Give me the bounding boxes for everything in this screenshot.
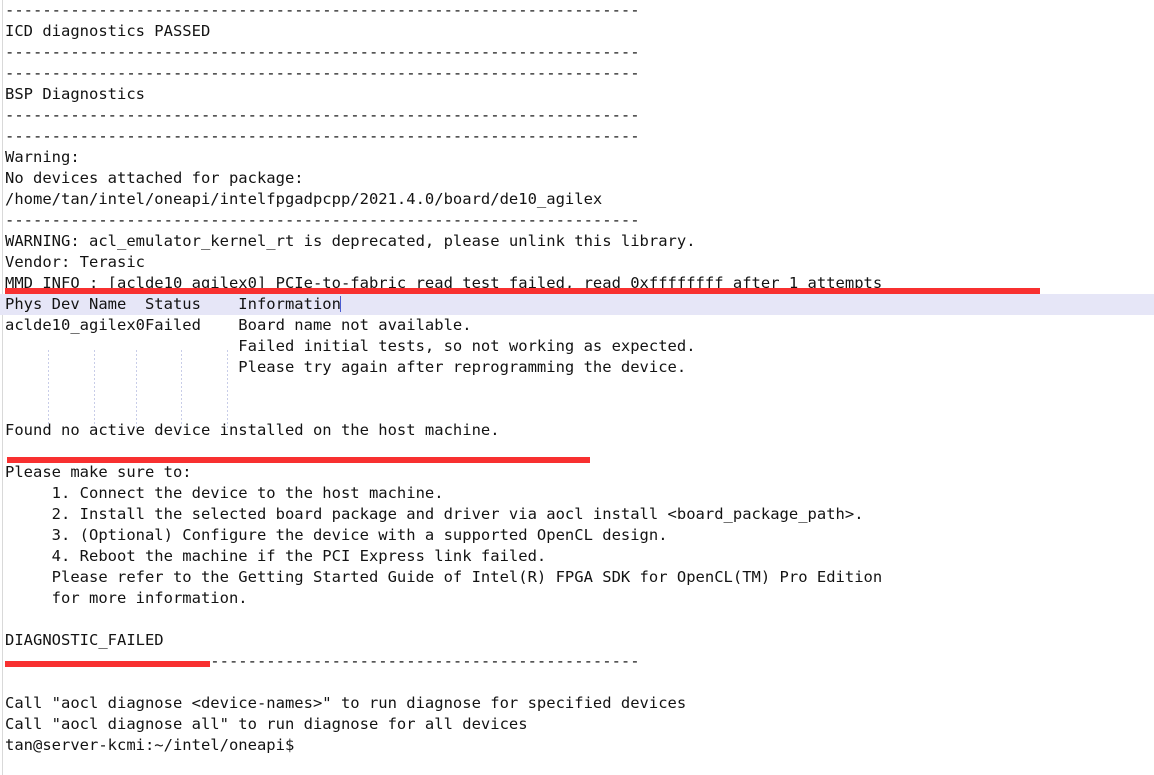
- terminal-output[interactable]: ----------------------------------------…: [0, 0, 1154, 775]
- terminal-line-text: ----------------------------------------…: [5, 1, 640, 19]
- terminal-line-text: Please make sure to:: [5, 463, 192, 481]
- terminal-line-text: 3. (Optional) Configure the device with …: [5, 526, 668, 544]
- terminal-line-table-row-3: Please try again after reprogramming the…: [0, 357, 1154, 378]
- terminal-line-text: Please try again after reprogramming the…: [5, 358, 687, 376]
- red-underline-diagnostic-failed: [5, 661, 210, 667]
- terminal-line-vendor: Vendor: Terasic: [0, 252, 1154, 273]
- terminal-line-text: Found no active device installed on the …: [5, 421, 500, 439]
- terminal-line-step-1: 1. Connect the device to the host machin…: [0, 483, 1154, 504]
- terminal-line-table-header: Phys Dev Name Status Information: [0, 294, 1154, 315]
- terminal-line-text: ----------------------------------------…: [5, 106, 640, 124]
- terminal-line-table-row-2: Failed initial tests, so not working as …: [0, 336, 1154, 357]
- terminal-line-warning-label: Warning:: [0, 147, 1154, 168]
- terminal-line-blank-1: [0, 378, 1154, 399]
- terminal-line-text: ----------------------------------------…: [5, 64, 640, 82]
- terminal-line-sep-3: ----------------------------------------…: [0, 63, 1154, 84]
- terminal-line-blank-5: [0, 672, 1154, 693]
- terminal-line-refer-guide: Please refer to the Getting Started Guid…: [0, 567, 1154, 588]
- terminal-line-found-none: Found no active device installed on the …: [0, 420, 1154, 441]
- terminal-line-text: aclde10_agilex0Failed Board name not ava…: [5, 316, 472, 334]
- terminal-line-text: Please refer to the Getting Started Guid…: [5, 568, 883, 586]
- terminal-line-text: ----------------------------------------…: [5, 127, 640, 145]
- terminal-line-blank-2: [0, 399, 1154, 420]
- terminal-line-text: WARNING: acl_emulator_kernel_rt is depre…: [5, 232, 696, 250]
- terminal-line-text: 1. Connect the device to the host machin…: [5, 484, 444, 502]
- terminal-line-sep-5: ----------------------------------------…: [0, 126, 1154, 147]
- terminal-line-sep-1: ----------------------------------------…: [0, 0, 1154, 21]
- terminal-line-call-specific: Call "aocl diagnose <device-names>" to r…: [0, 693, 1154, 714]
- terminal-line-table-row-1: aclde10_agilex0Failed Board name not ava…: [0, 315, 1154, 336]
- terminal-line-text: Call "aocl diagnose all" to run diagnose…: [5, 715, 528, 733]
- terminal-line-package-path: /home/tan/intel/oneapi/intelfpgadpcpp/20…: [0, 189, 1154, 210]
- terminal-line-call-all: Call "aocl diagnose all" to run diagnose…: [0, 714, 1154, 735]
- terminal-line-text: /home/tan/intel/oneapi/intelfpgadpcpp/20…: [5, 190, 603, 208]
- terminal-window[interactable]: ----------------------------------------…: [0, 0, 1154, 775]
- terminal-line-text: ----------------------------------------…: [5, 43, 640, 61]
- text-cursor: [339, 296, 341, 312]
- terminal-line-step-4: 4. Reboot the machine if the PCI Express…: [0, 546, 1154, 567]
- terminal-line-text: 2. Install the selected board package an…: [5, 505, 864, 523]
- terminal-line-text: BSP Diagnostics: [5, 85, 145, 103]
- terminal-line-text: ICD diagnostics PASSED: [5, 22, 211, 40]
- terminal-line-text: Vendor: Terasic: [5, 253, 145, 271]
- terminal-line-refer-guide-cont: for more information.: [0, 588, 1154, 609]
- terminal-line-icd-result: ICD diagnostics PASSED: [0, 21, 1154, 42]
- terminal-line-make-sure: Please make sure to:: [0, 462, 1154, 483]
- terminal-line-text: Phys Dev Name Status Information: [5, 295, 341, 313]
- terminal-line-text: Warning:: [5, 148, 80, 166]
- terminal-line-text: Call "aocl diagnose <device-names>" to r…: [5, 694, 687, 712]
- terminal-line-text: for more information.: [5, 589, 248, 607]
- terminal-line-warning-body: No devices attached for package:: [0, 168, 1154, 189]
- terminal-line-shell-prompt: tan@server-kcmi:~/intel/oneapi$: [0, 735, 1154, 756]
- terminal-line-step-3: 3. (Optional) Configure the device with …: [0, 525, 1154, 546]
- terminal-line-bsp-heading: BSP Diagnostics: [0, 84, 1154, 105]
- terminal-line-text: DIAGNOSTIC_FAILED: [5, 631, 164, 649]
- terminal-line-text: ----------------------------------------…: [5, 211, 640, 229]
- red-underline-mmd-info: [5, 288, 1040, 294]
- terminal-line-blank-4: [0, 609, 1154, 630]
- terminal-line-text: 4. Reboot the machine if the PCI Express…: [5, 547, 547, 565]
- terminal-line-text: tan@server-kcmi:~/intel/oneapi$: [5, 736, 295, 754]
- terminal-line-deprecation-warning: WARNING: acl_emulator_kernel_rt is depre…: [0, 231, 1154, 252]
- terminal-line-sep-4: ----------------------------------------…: [0, 105, 1154, 126]
- terminal-line-text: No devices attached for package:: [5, 169, 304, 187]
- terminal-line-diagnostic-failed: DIAGNOSTIC_FAILED: [0, 630, 1154, 651]
- terminal-line-sep-6: ----------------------------------------…: [0, 210, 1154, 231]
- red-underline-found-none: [7, 457, 590, 463]
- terminal-line-step-2: 2. Install the selected board package an…: [0, 504, 1154, 525]
- terminal-line-sep-2: ----------------------------------------…: [0, 42, 1154, 63]
- terminal-line-text: Failed initial tests, so not working as …: [5, 337, 696, 355]
